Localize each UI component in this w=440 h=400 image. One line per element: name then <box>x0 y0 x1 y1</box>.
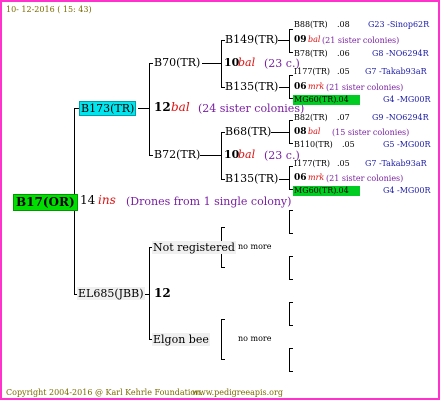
connector <box>289 210 293 211</box>
connector <box>289 302 290 325</box>
dam-queen[interactable]: EL685(JBB) <box>77 287 145 300</box>
connector <box>200 155 222 156</box>
g4-ref-link[interactable]: G9 -NO6294R <box>372 113 429 123</box>
connector <box>289 348 290 371</box>
g3-b149-queen[interactable]: B149(TR) <box>225 33 278 46</box>
connector <box>279 179 290 180</box>
dam-dam-queen[interactable]: Elgon bee <box>152 333 210 346</box>
g4-year: .06 <box>337 49 350 58</box>
date-stamp: 10- 12-2016 ( 15: 43) <box>6 5 92 14</box>
g4-year: .05 <box>337 159 350 168</box>
g4-year: .04 <box>336 186 349 195</box>
g3-mark: bal <box>308 127 321 136</box>
connector <box>289 302 293 303</box>
sire-mark: bal <box>171 100 190 114</box>
connector <box>289 52 293 53</box>
g4-queen[interactable]: B88(TR) <box>294 20 328 30</box>
g3-year: 06 <box>294 82 307 92</box>
dam-sire-note: no more <box>238 242 272 251</box>
connector <box>289 120 293 121</box>
sire-sire-mark: bal <box>238 56 256 69</box>
g4-queen[interactable]: B82(TR) <box>294 113 328 123</box>
g4-year: .05 <box>342 140 355 149</box>
g4-ref-link[interactable]: G7 -Takab93aR <box>365 159 427 169</box>
connector <box>289 75 293 76</box>
connector <box>279 87 290 88</box>
g4-ref-link[interactable]: G4 -MG00R <box>383 95 431 105</box>
dam-dam-note: no more <box>238 334 272 343</box>
g4-ref-link[interactable]: G8 -NO6294R <box>372 49 429 59</box>
sire-queen[interactable]: B173(TR) <box>79 101 137 116</box>
g3-b135b-queen[interactable]: B135(TR) <box>225 172 278 185</box>
g3-year: 08 <box>294 127 307 137</box>
sire-dam-queen[interactable]: B72(TR) <box>154 148 200 161</box>
connector <box>289 325 293 326</box>
g4-ref-link[interactable]: G5 -MG00R <box>383 140 431 150</box>
g4-queen[interactable]: I177(TR) <box>294 67 330 77</box>
g4-queen[interactable]: B110(TR) <box>294 140 333 150</box>
sire-year: 12 <box>154 100 171 114</box>
root-year: 14 <box>80 193 96 207</box>
connector <box>289 348 293 349</box>
root-note: (Drones from 1 single colony) <box>126 195 292 208</box>
g3-year: 06 <box>294 173 307 183</box>
connector <box>289 143 293 144</box>
site-url[interactable]: www.pedigreeapis.org <box>192 388 283 398</box>
g3-note: (21 sister colonies) <box>326 174 404 183</box>
connector <box>289 371 293 372</box>
connector <box>278 40 290 41</box>
g4-year: .08 <box>337 20 350 29</box>
sire-dam-mark: bal <box>238 148 256 161</box>
connector <box>271 132 290 133</box>
connector <box>289 29 293 30</box>
g3-b135-queen[interactable]: B135(TR) <box>225 80 278 93</box>
connector <box>289 166 290 189</box>
connector <box>221 227 225 228</box>
watermark <box>132 10 144 45</box>
g3-b68-queen[interactable]: B68(TR) <box>225 125 271 138</box>
connector <box>202 63 222 64</box>
copyright: Copyright 2004-2016 @ Karl Kehrle Founda… <box>6 388 203 397</box>
g4-ref-link[interactable]: G7 -Takab93aR <box>365 67 427 77</box>
g3-mark: bal <box>308 35 321 44</box>
g4-ref-link[interactable]: G4 -MG00R <box>383 186 431 196</box>
connector <box>289 166 293 167</box>
connector <box>149 155 153 156</box>
connector <box>289 210 290 233</box>
g4-year: .07 <box>337 113 350 122</box>
connector <box>221 267 225 268</box>
g3-note: (15 sister colonies) <box>332 128 410 137</box>
connector <box>289 256 290 279</box>
g4-year: .04 <box>336 95 349 104</box>
pedigree-page: 10- 12-2016 ( 15: 43) Copyright 2004-201… <box>0 0 440 400</box>
dam-sire-queen[interactable]: Not registered <box>152 241 236 254</box>
sire-note: (24 sister colonies) <box>198 102 305 115</box>
connector <box>221 319 225 320</box>
sire-sire-queen[interactable]: B70(TR) <box>154 56 200 69</box>
g4-ref-link[interactable]: G23 -Sinop62R <box>368 20 429 30</box>
connector <box>289 233 293 234</box>
connector <box>149 63 153 64</box>
connector <box>221 319 222 360</box>
g4-queen-highlight[interactable]: MG60(TR) <box>293 95 360 105</box>
connector <box>221 359 225 360</box>
dam-year: 12 <box>154 286 171 300</box>
g3-year: 09 <box>294 35 307 45</box>
connector <box>289 256 293 257</box>
g3-note: (21 sister colonies) <box>322 36 400 45</box>
g3-mark: mrk <box>308 173 325 182</box>
g3-note: (21 sister colonies) <box>326 83 404 92</box>
connector <box>138 108 150 109</box>
root-mark: ins <box>98 193 116 207</box>
g4-queen-highlight[interactable]: MG60(TR) <box>293 186 360 196</box>
connector <box>289 279 293 280</box>
connector <box>149 63 150 156</box>
g4-year: .05 <box>337 67 350 76</box>
g3-mark: mrk <box>308 82 325 91</box>
root-queen[interactable]: B17(OR) <box>13 194 78 211</box>
g4-queen[interactable]: I177(TR) <box>294 159 330 169</box>
g4-queen[interactable]: B78(TR) <box>294 49 328 59</box>
